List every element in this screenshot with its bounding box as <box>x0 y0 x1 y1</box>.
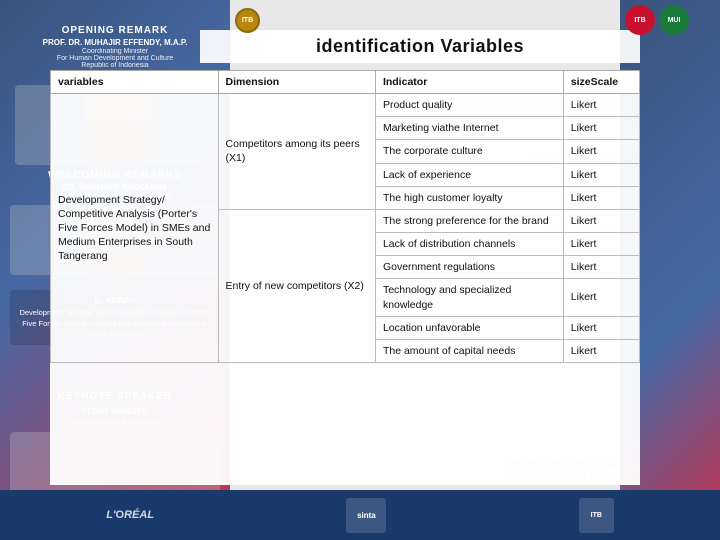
page-title: identification Variables <box>200 30 640 63</box>
cell-scale-1: Likert <box>563 94 639 117</box>
header-dimension: Dimension <box>218 71 375 94</box>
scale-10: Likert <box>571 322 597 334</box>
indicator-3: The corporate culture <box>383 145 483 157</box>
cell-scale-6: Likert <box>563 209 639 232</box>
main-table-container: variables Dimension Indicator sizeScale … <box>50 70 640 485</box>
cell-indicator-7: Lack of distribution channels <box>375 233 563 256</box>
cell-indicator-4: Lack of experience <box>375 163 563 186</box>
indicator-5: The high customer loyalty <box>383 192 503 204</box>
cell-scale-2: Likert <box>563 117 639 140</box>
bottom-bar: L'ORÉAL sinta ITB <box>0 490 720 540</box>
bottom-logo-3-text: ITB <box>591 512 602 519</box>
bottom-logo-loreal: L'ORÉAL <box>106 509 154 521</box>
scale-4: Likert <box>571 169 597 181</box>
cell-scale-4: Likert <box>563 163 639 186</box>
logo-circle-1: ITB <box>625 5 655 35</box>
cell-scale-8: Likert <box>563 256 639 279</box>
header-variables: variables <box>51 71 219 94</box>
variables-table: variables Dimension Indicator sizeScale … <box>50 70 640 363</box>
scale-8: Likert <box>571 261 597 273</box>
header-indicator: Indicator <box>375 71 563 94</box>
loreal-text: L'ORÉAL <box>106 509 154 521</box>
cell-variables-main: Development Strategy/ Competitive Analys… <box>51 94 219 363</box>
cell-indicator-6: The strong preference for the brand <box>375 209 563 232</box>
cell-scale-5: Likert <box>563 186 639 209</box>
cell-indicator-5: The high customer loyalty <box>375 186 563 209</box>
indicator-11: The amount of capital needs <box>383 345 516 357</box>
indicator-8: Government regulations <box>383 261 495 273</box>
cell-scale-7: Likert <box>563 233 639 256</box>
bottom-logo-2-text: sinta <box>357 511 376 520</box>
variables-text: Development Strategy/ Competitive Analys… <box>58 194 210 263</box>
cell-indicator-9: Technology and specialized knowledge <box>375 279 563 316</box>
cell-scale-9: Likert <box>563 279 639 316</box>
itb-logo-small: ITB <box>235 8 260 33</box>
indicator-1: Product quality <box>383 99 452 111</box>
cell-scale-10: Likert <box>563 316 639 339</box>
scale-1: Likert <box>571 99 597 111</box>
opening-remark-section: OPENING REMARK PROF. DR. MUHAJIR EFFENDY… <box>10 25 220 69</box>
cell-scale-11: Likert <box>563 339 639 362</box>
scale-7: Likert <box>571 238 597 250</box>
dimension-text-1: Competitors among its peers (X1) <box>226 138 360 164</box>
indicator-6: The strong preference for the brand <box>383 215 549 227</box>
prof-name: PROF. DR. MUHAJIR EFFENDY, M.A.P. <box>10 38 220 47</box>
bottom-logo-3: ITB <box>579 498 614 533</box>
indicator-9: Technology and specialized knowledge <box>383 284 511 310</box>
scale-5: Likert <box>571 192 597 204</box>
cell-indicator-10: Location unfavorable <box>375 316 563 339</box>
minister-title: Coordinating Minister <box>10 48 220 55</box>
scale-11: Likert <box>571 345 597 357</box>
table-header-row: variables Dimension Indicator sizeScale <box>51 71 640 94</box>
right-logos: ITB MUI <box>625 5 715 35</box>
indicator-10: Location unfavorable <box>383 322 481 334</box>
opening-remark-label: OPENING REMARK <box>10 25 220 36</box>
scale-2: Likert <box>571 122 597 134</box>
cell-scale-3: Likert <box>563 140 639 163</box>
cell-dimension-1: Competitors among its peers (X1) <box>218 94 375 210</box>
logo-circle-2: MUI <box>659 5 689 35</box>
for-human: For Human Development and Culture <box>10 55 220 62</box>
indicator-7: Lack of distribution channels <box>383 238 516 250</box>
scale-6: Likert <box>571 215 597 227</box>
cell-indicator-3: The corporate culture <box>375 140 563 163</box>
indicator-4: Lack of experience <box>383 169 471 181</box>
dimension-text-2: Entry of new competitors (X2) <box>226 280 364 292</box>
cell-indicator-8: Government regulations <box>375 256 563 279</box>
bottom-logo-2: sinta <box>346 498 386 533</box>
header-scale: sizeScale <box>563 71 639 94</box>
republic: Republic of Indonesia <box>10 62 220 69</box>
cell-indicator-1: Product quality <box>375 94 563 117</box>
cell-indicator-2: Marketing viathe Internet <box>375 117 563 140</box>
scale-3: Likert <box>571 145 597 157</box>
cell-indicator-11: The amount of capital needs <box>375 339 563 362</box>
table-row: Development Strategy/ Competitive Analys… <box>51 94 640 117</box>
scale-9: Likert <box>571 291 597 303</box>
cell-dimension-2: Entry of new competitors (X2) <box>218 209 375 362</box>
indicator-2: Marketing viathe Internet <box>383 122 499 134</box>
